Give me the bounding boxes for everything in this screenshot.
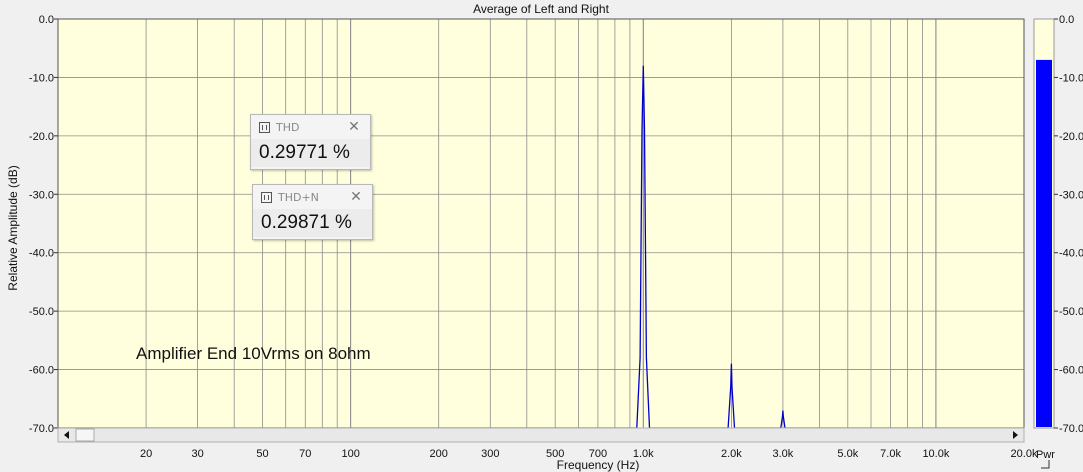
x-tick-label: 1.0k <box>633 448 654 460</box>
thdn-readout-value: 0.29871 % <box>253 209 372 237</box>
x-tick-label: 10.0k <box>922 448 949 460</box>
x-tick-labels: 20 30 50 70 100 200 300 500 700 1.0k 2.0k 3.0k 5.0k 7… <box>140 448 1038 460</box>
resize-grip-icon[interactable] <box>1041 460 1050 469</box>
x-tick-label: 20.0k <box>1011 448 1038 460</box>
x-tick-label: 200 <box>430 448 448 460</box>
pin-icon[interactable] <box>259 121 270 133</box>
meter-tick-label: -30.0 <box>1059 189 1083 201</box>
x-tick-label: 3.0k <box>772 448 793 460</box>
close-icon[interactable]: ✕ <box>348 189 364 205</box>
x-tick-label: 20 <box>140 448 152 460</box>
thdn-readout-title: THD+N <box>278 190 319 204</box>
scroll-thumb[interactable] <box>75 428 95 442</box>
plot-background <box>58 19 1024 428</box>
y-tick-label: -70.0 <box>29 423 54 435</box>
y-tick-label: -60.0 <box>29 365 54 377</box>
close-icon[interactable]: ✕ <box>346 119 362 135</box>
x-tick-label: 500 <box>546 448 564 460</box>
power-meter: 0.0 -10.0 -20.0 -30.0 -40.0 -50.0 -60.0 -70.0 P… <box>1033 14 1083 469</box>
thdn-readout[interactable]: THD+N ✕ 0.29871 % <box>252 184 373 240</box>
thd-readout[interactable]: THD ✕ 0.29771 % <box>250 114 371 170</box>
x-tick-label: 50 <box>256 448 268 460</box>
x-tick-label: 2.0k <box>721 448 742 460</box>
meter-tick-label: -40.0 <box>1059 248 1083 260</box>
meter-tick-label: 0.0 <box>1059 14 1074 26</box>
x-tick-label: 7.0k <box>880 448 901 460</box>
x-tick-label: 5.0k <box>837 448 858 460</box>
y-tick-label: -10.0 <box>29 72 54 84</box>
meter-tick-label: -10.0 <box>1059 72 1083 84</box>
x-tick-label: 300 <box>481 448 499 460</box>
x-tick-label: 30 <box>191 448 203 460</box>
x-tick-label: 70 <box>299 448 311 460</box>
y-tick-label: 0.0 <box>39 14 54 26</box>
y-tick-labels: 0.0 -10.0 -20.0 -30.0 -40.0 -50.0 -60.0 -70.0 <box>29 14 58 435</box>
y-tick-label: -20.0 <box>29 131 54 143</box>
meter-tick-label: -50.0 <box>1059 306 1083 318</box>
x-axis-label: Frequency (Hz) <box>557 458 640 472</box>
chart-title: Average of Left and Right <box>473 2 610 16</box>
thd-readout-value: 0.29771 % <box>251 139 370 167</box>
y-tick-label: -50.0 <box>29 306 54 318</box>
y-tick-label: -40.0 <box>29 248 54 260</box>
y-tick-label: -30.0 <box>29 189 54 201</box>
spectrum-chart: Average of Left and Right Relative Ampli… <box>6 2 1083 472</box>
thd-readout-title: THD <box>276 120 300 134</box>
meter-tick-label: -70.0 <box>1059 423 1083 435</box>
pin-icon[interactable] <box>261 191 272 203</box>
meter-tick-label: -20.0 <box>1059 131 1083 143</box>
power-meter-bar <box>1036 59 1052 428</box>
chart-annotation: Amplifier End 10Vrms on 8ohm <box>136 344 371 363</box>
power-meter-label: Pwr <box>1036 449 1055 461</box>
power-meter-ticks: 0.0 -10.0 -20.0 -30.0 -40.0 -50.0 -60.0 -70.0 <box>1054 14 1083 435</box>
y-axis-label: Relative Amplitude (dB) <box>6 165 20 290</box>
x-tick-label: 100 <box>341 448 359 460</box>
x-tick-label: 700 <box>589 448 607 460</box>
horizontal-scrollbar[interactable] <box>57 427 1025 443</box>
meter-tick-label: -60.0 <box>1059 365 1083 377</box>
